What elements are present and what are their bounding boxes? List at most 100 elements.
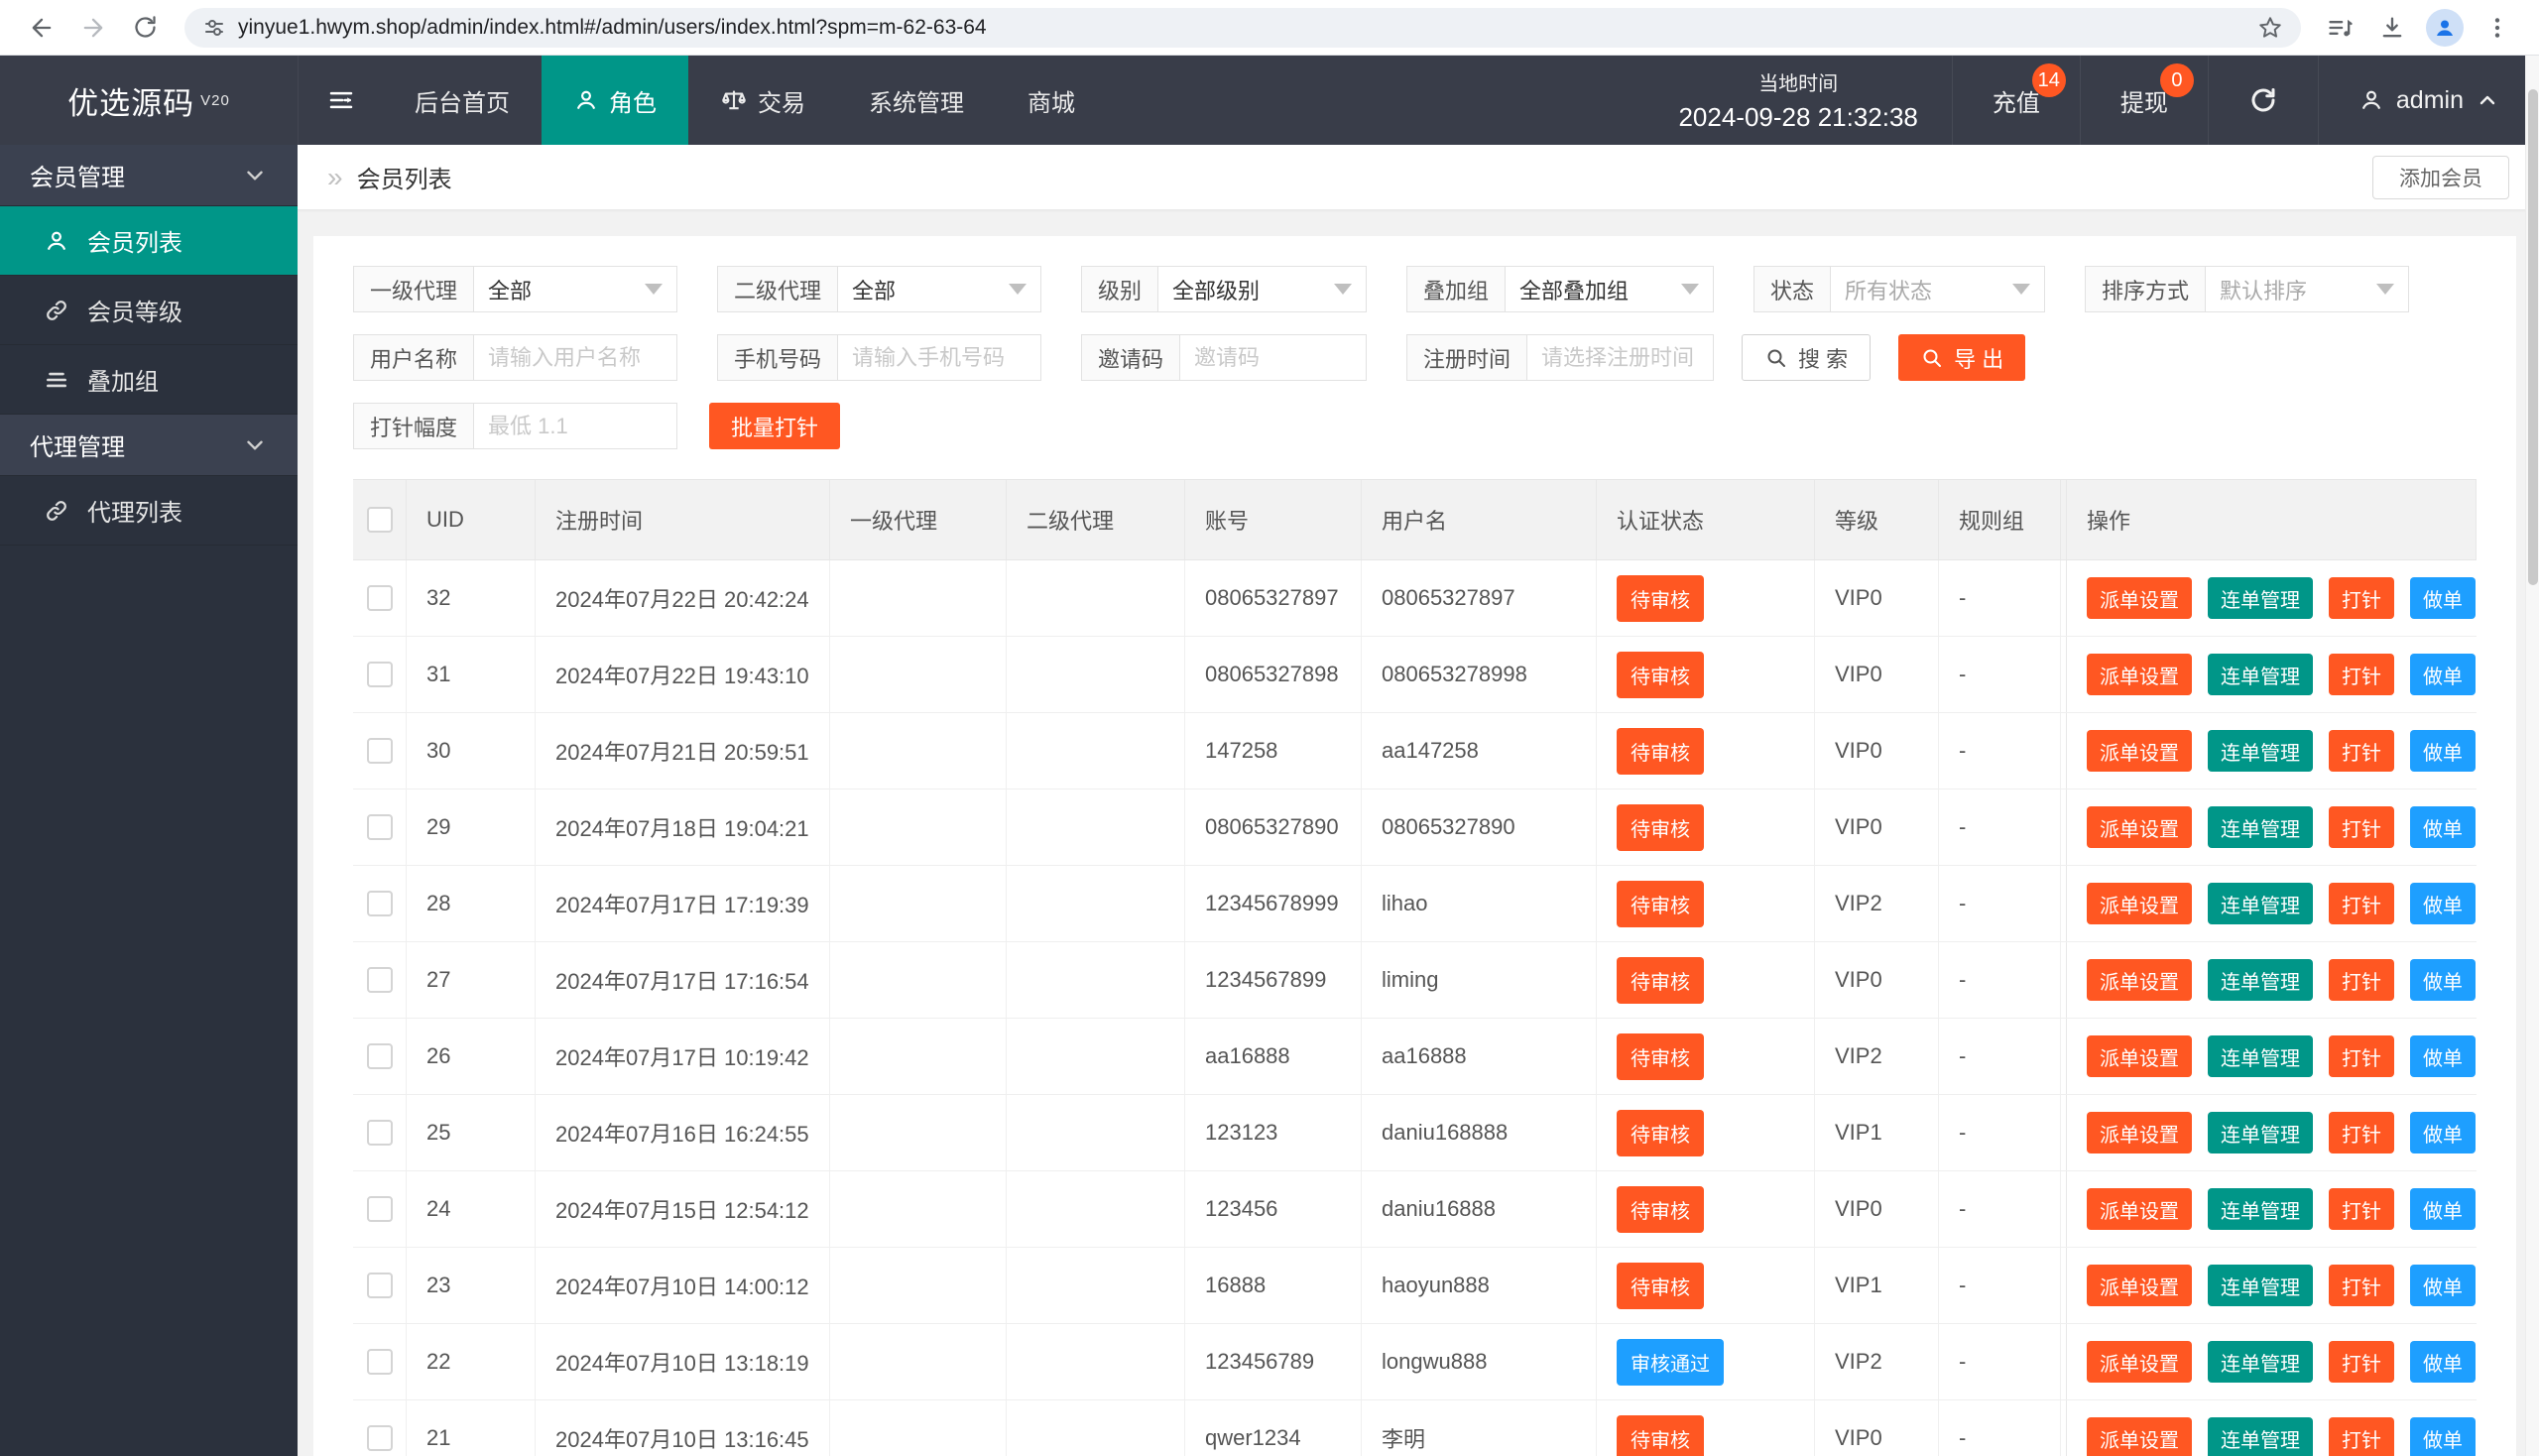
dispatch-settings-button[interactable]: 派单设置 xyxy=(2087,654,2192,695)
reload-icon[interactable] xyxy=(125,8,165,48)
chain-order-manage-button[interactable]: 连单管理 xyxy=(2208,959,2313,1001)
sidebar-toggle-icon[interactable] xyxy=(298,56,383,145)
row-checkbox[interactable] xyxy=(367,1349,393,1375)
menu-item-system[interactable]: 系统管理 xyxy=(837,56,996,145)
search-button[interactable]: 搜 索 xyxy=(1742,334,1871,381)
withdraw-link[interactable]: 提现 0 xyxy=(2080,56,2208,145)
row-checkbox[interactable] xyxy=(367,1120,393,1146)
make-order-button[interactable]: 做单 xyxy=(2410,1112,2476,1153)
make-order-button[interactable]: 做单 xyxy=(2410,1417,2476,1456)
bookmark-star-icon[interactable] xyxy=(2257,15,2283,41)
dispatch-settings-button[interactable]: 派单设置 xyxy=(2087,1035,2192,1077)
inject-button[interactable]: 打针 xyxy=(2329,654,2394,695)
inject-range-input[interactable] xyxy=(474,404,676,448)
dispatch-settings-button[interactable]: 派单设置 xyxy=(2087,806,2192,848)
inject-button[interactable]: 打针 xyxy=(2329,1035,2394,1077)
inject-button[interactable]: 打针 xyxy=(2329,1265,2394,1306)
download-icon[interactable] xyxy=(2372,8,2412,48)
dispatch-settings-button[interactable]: 派单设置 xyxy=(2087,1417,2192,1456)
make-order-button[interactable]: 做单 xyxy=(2410,1188,2476,1230)
menu-item-mall[interactable]: 商城 xyxy=(996,56,1107,145)
dispatch-settings-button[interactable]: 派单设置 xyxy=(2087,577,2192,619)
forward-icon[interactable] xyxy=(73,8,113,48)
recharge-link[interactable]: 充值 14 xyxy=(1952,56,2080,145)
inject-button[interactable]: 打针 xyxy=(2329,1341,2394,1383)
row-checkbox[interactable] xyxy=(367,1425,393,1451)
row-checkbox[interactable] xyxy=(367,967,393,993)
inject-button[interactable]: 打针 xyxy=(2329,883,2394,924)
menu-item-trade[interactable]: 交易 xyxy=(688,56,837,145)
header-checkbox[interactable] xyxy=(367,507,393,533)
sidebar-item-stack-group[interactable]: 叠加组 xyxy=(0,345,298,415)
menu-item-dashboard[interactable]: 后台首页 xyxy=(383,56,542,145)
username-input[interactable] xyxy=(474,335,676,380)
row-checkbox[interactable] xyxy=(367,891,393,916)
page-scrollbar[interactable] xyxy=(2525,56,2539,1456)
row-checkbox[interactable] xyxy=(367,585,393,611)
sidebar-item-member-list[interactable]: 会员列表 xyxy=(0,206,298,276)
scrollbar-thumb[interactable] xyxy=(2528,89,2538,585)
dispatch-settings-button[interactable]: 派单设置 xyxy=(2087,1112,2192,1153)
dispatch-settings-button[interactable]: 派单设置 xyxy=(2087,1188,2192,1230)
make-order-button[interactable]: 做单 xyxy=(2410,577,2476,619)
row-checkbox[interactable] xyxy=(367,814,393,840)
dispatch-settings-button[interactable]: 派单设置 xyxy=(2087,730,2192,772)
dispatch-settings-button[interactable]: 派单设置 xyxy=(2087,1341,2192,1383)
inject-button[interactable]: 打针 xyxy=(2329,1417,2394,1456)
sidebar-group-agent-management[interactable]: 代理管理 xyxy=(0,415,298,476)
invite-code-input[interactable] xyxy=(1180,335,1366,380)
inject-button[interactable]: 打针 xyxy=(2329,1188,2394,1230)
chain-order-manage-button[interactable]: 连单管理 xyxy=(2208,577,2313,619)
profile-avatar-icon[interactable] xyxy=(2426,9,2464,47)
add-member-button[interactable]: 添加会员 xyxy=(2372,156,2509,199)
make-order-button[interactable]: 做单 xyxy=(2410,654,2476,695)
cell-agent1 xyxy=(830,789,1007,865)
make-order-button[interactable]: 做单 xyxy=(2410,730,2476,772)
inject-button[interactable]: 打针 xyxy=(2329,959,2394,1001)
make-order-button[interactable]: 做单 xyxy=(2410,1035,2476,1077)
chain-order-manage-button[interactable]: 连单管理 xyxy=(2208,1112,2313,1153)
chain-order-manage-button[interactable]: 连单管理 xyxy=(2208,1341,2313,1383)
dispatch-settings-button[interactable]: 派单设置 xyxy=(2087,959,2192,1001)
row-checkbox[interactable] xyxy=(367,662,393,687)
site-settings-icon[interactable] xyxy=(202,16,226,40)
chain-order-manage-button[interactable]: 连单管理 xyxy=(2208,883,2313,924)
sidebar-item-member-level[interactable]: 会员等级 xyxy=(0,276,298,345)
menu-item-roles[interactable]: 角色 xyxy=(542,56,688,145)
chain-order-manage-button[interactable]: 连单管理 xyxy=(2208,1188,2313,1230)
chain-order-manage-button[interactable]: 连单管理 xyxy=(2208,806,2313,848)
sidebar-group-member-management[interactable]: 会员管理 xyxy=(0,145,298,206)
make-order-button[interactable]: 做单 xyxy=(2410,1341,2476,1383)
row-checkbox[interactable] xyxy=(367,1273,393,1298)
export-button[interactable]: 导 出 xyxy=(1898,334,2025,381)
inject-button[interactable]: 打针 xyxy=(2329,730,2394,772)
batch-inject-button[interactable]: 批量打针 xyxy=(709,403,840,449)
make-order-button[interactable]: 做单 xyxy=(2410,806,2476,848)
chain-order-manage-button[interactable]: 连单管理 xyxy=(2208,1035,2313,1077)
refresh-icon[interactable] xyxy=(2208,56,2318,145)
row-checkbox[interactable] xyxy=(367,738,393,764)
inject-button[interactable]: 打针 xyxy=(2329,806,2394,848)
chain-order-manage-button[interactable]: 连单管理 xyxy=(2208,1417,2313,1456)
admin-user-menu[interactable]: admin xyxy=(2318,56,2539,145)
row-checkbox[interactable] xyxy=(367,1043,393,1069)
dispatch-settings-button[interactable]: 派单设置 xyxy=(2087,1265,2192,1306)
back-icon[interactable] xyxy=(22,8,61,48)
media-playlist-icon[interactable] xyxy=(2321,8,2360,48)
phone-input[interactable] xyxy=(838,335,1040,380)
make-order-button[interactable]: 做单 xyxy=(2410,1265,2476,1306)
make-order-button[interactable]: 做单 xyxy=(2410,883,2476,924)
register-time-input[interactable] xyxy=(1527,335,1713,380)
chain-order-manage-button[interactable]: 连单管理 xyxy=(2208,1265,2313,1306)
address-bar[interactable]: yinyue1.hwym.shop/admin/index.html#/admi… xyxy=(184,8,2301,48)
chain-order-manage-button[interactable]: 连单管理 xyxy=(2208,730,2313,772)
inject-button[interactable]: 打针 xyxy=(2329,577,2394,619)
row-checkbox[interactable] xyxy=(367,1196,393,1222)
inject-button[interactable]: 打针 xyxy=(2329,1112,2394,1153)
menu-dots-icon[interactable] xyxy=(2478,8,2517,48)
sidebar-item-agent-list[interactable]: 代理列表 xyxy=(0,476,298,546)
chain-order-manage-button[interactable]: 连单管理 xyxy=(2208,654,2313,695)
dispatch-settings-button[interactable]: 派单设置 xyxy=(2087,883,2192,924)
make-order-button[interactable]: 做单 xyxy=(2410,959,2476,1001)
agent2-select: 二级代理 全部 xyxy=(717,266,1041,312)
